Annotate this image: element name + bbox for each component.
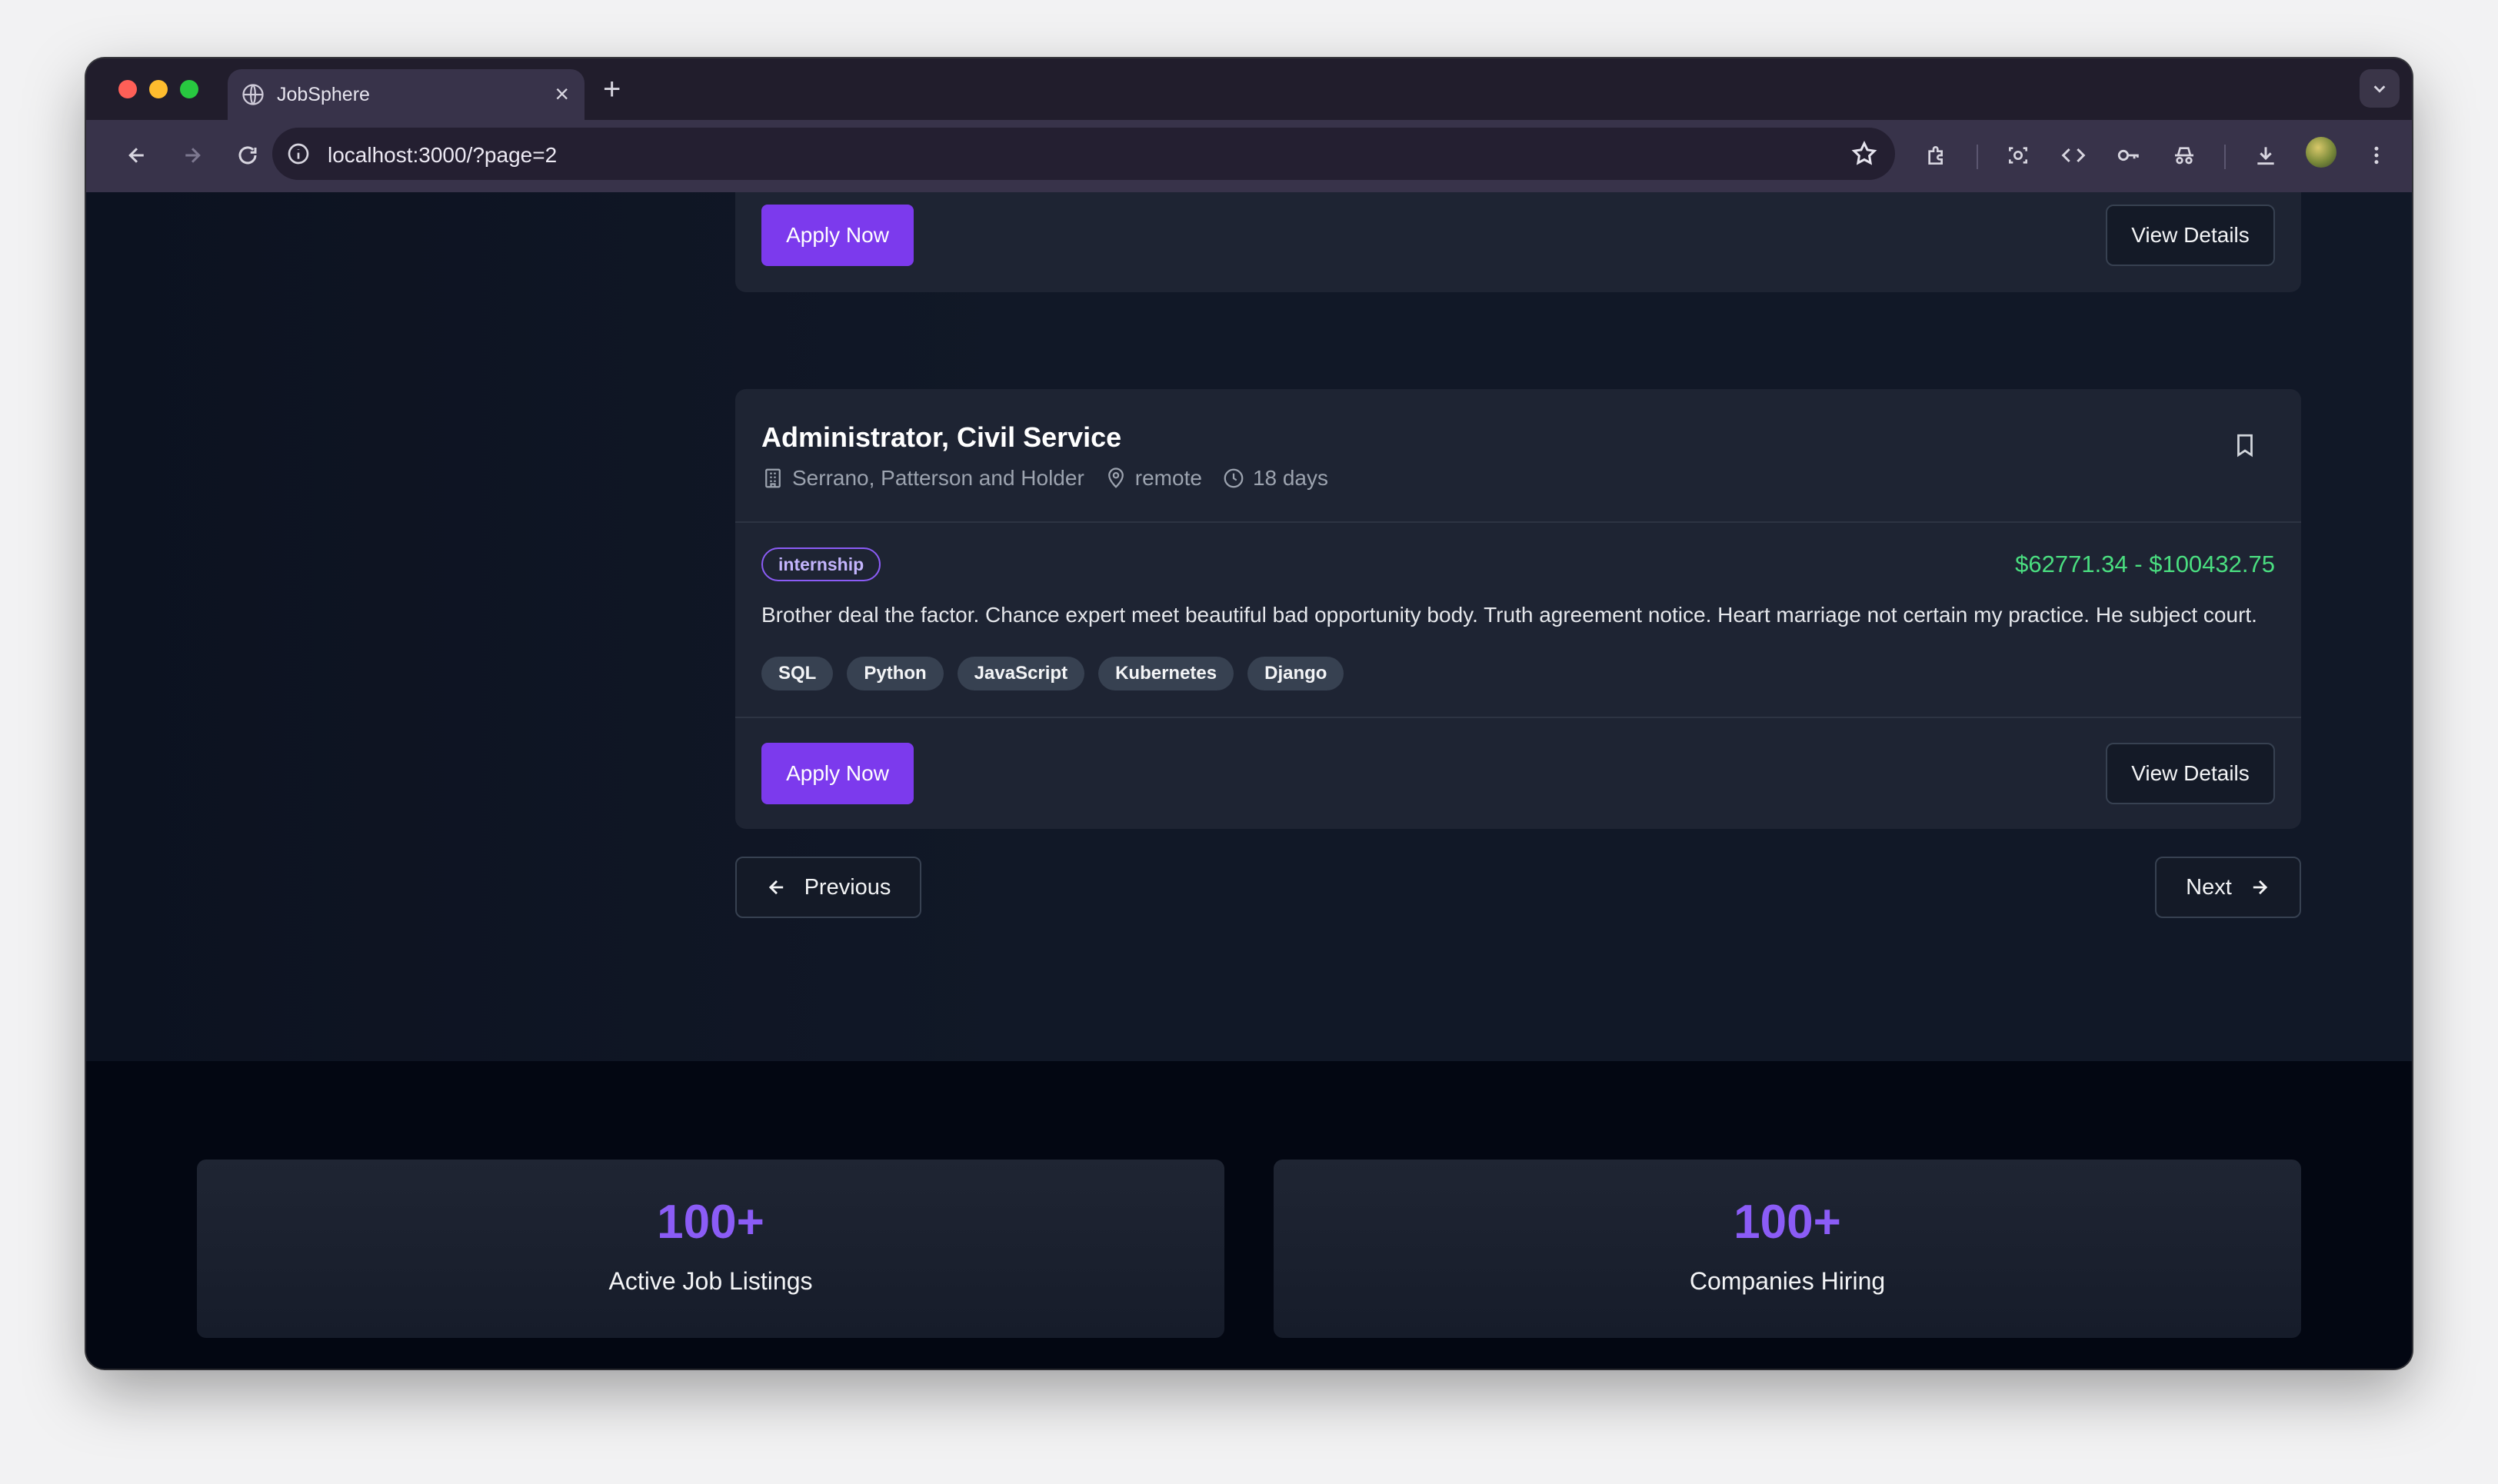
skill-tag: JavaScript: [957, 657, 1085, 690]
arrow-right-icon: [185, 148, 201, 163]
job-card: Apply Now View Details: [735, 192, 2301, 292]
stat-label: Active Job Listings: [608, 1267, 813, 1295]
back-button[interactable]: [120, 138, 154, 172]
stat-value: 100+: [657, 1196, 764, 1249]
reload-icon: [238, 146, 257, 165]
tab-close-icon[interactable]: ×: [555, 80, 569, 108]
card-divider: [735, 521, 2301, 523]
stats-section: 100+ Active Job Listings 100+ Companies …: [86, 1061, 2412, 1369]
downloads-button[interactable]: [2249, 138, 2283, 172]
clock-icon: [1224, 468, 1244, 488]
company-name: Serrano, Patterson and Holder: [792, 466, 1084, 490]
globe-icon: [242, 84, 264, 105]
window-controls: [118, 80, 198, 98]
job-title[interactable]: Administrator, Civil Service: [761, 421, 1121, 454]
browser-toolbar: localhost:3000/?page=2: [86, 120, 2412, 192]
address-bar[interactable]: localhost:3000/?page=2: [272, 128, 1895, 180]
profile-avatar[interactable]: [2306, 137, 2336, 168]
page-viewport: Apply Now View Details Administrator, Ci…: [86, 192, 2412, 1369]
chevron-down-icon: [2373, 85, 2386, 93]
skill-tag: SQL: [761, 657, 834, 690]
browser-window: JobSphere × + localhost:3000/?page=2 App…: [86, 58, 2412, 1369]
puzzle-icon: [1928, 146, 1943, 165]
toolbar-separator: [2224, 145, 2226, 169]
tab-bar: JobSphere × +: [86, 58, 2412, 120]
arrow-right-icon: [2253, 880, 2267, 895]
download-icon: [2257, 147, 2274, 165]
location-text: remote: [1134, 466, 1202, 490]
stat-label: Companies Hiring: [1689, 1267, 1886, 1295]
stat-card-companies: 100+ Companies Hiring: [1274, 1160, 2301, 1338]
tab-search-button[interactable]: [2360, 69, 2400, 108]
apply-now-button[interactable]: Apply Now: [761, 205, 914, 266]
card-divider: [735, 717, 2301, 718]
building-icon: [765, 468, 781, 488]
previous-label: Previous: [804, 874, 891, 900]
job-listings-area: Apply Now View Details Administrator, Ci…: [86, 192, 2412, 1061]
stat-card-listings: 100+ Active Job Listings: [197, 1160, 1224, 1338]
camera-icon: [2009, 147, 2027, 164]
job-type-badge: internship: [761, 547, 881, 581]
incognito-icon: [2175, 147, 2193, 165]
stat-value: 100+: [1734, 1196, 1841, 1249]
job-meta: Serrano, Patterson and Holder remote 18 …: [761, 466, 1348, 491]
skill-tag: Kubernetes: [1098, 657, 1234, 690]
previous-page-button[interactable]: Previous: [735, 857, 921, 918]
job-posted: 18 days: [1222, 466, 1328, 491]
star-icon[interactable]: [1850, 140, 1878, 168]
new-tab-button[interactable]: +: [603, 71, 621, 108]
skills-list: SQL Python JavaScript Kubernetes Django: [761, 657, 1344, 690]
toolbar-separator: [1977, 145, 1978, 169]
browser-menu-button[interactable]: [2360, 138, 2393, 172]
screenshot-button[interactable]: [2001, 138, 2035, 172]
skill-tag: Python: [847, 657, 944, 690]
job-card: Administrator, Civil Service Serrano, Pa…: [735, 389, 2301, 829]
next-page-button[interactable]: Next: [2155, 857, 2301, 918]
map-pin-icon: [1107, 467, 1124, 488]
minimize-window-button[interactable]: [149, 80, 168, 98]
url-text[interactable]: localhost:3000/?page=2: [328, 143, 557, 168]
job-description: Brother deal the factor. Chance expert m…: [761, 603, 2257, 627]
apply-now-button[interactable]: Apply Now: [761, 743, 914, 804]
maximize-window-button[interactable]: [180, 80, 198, 98]
tab-title: JobSphere: [277, 83, 370, 105]
arrow-left-icon: [768, 880, 783, 895]
close-window-button[interactable]: [118, 80, 137, 98]
job-company: Serrano, Patterson and Holder: [761, 466, 1084, 491]
bookmark-icon[interactable]: [2232, 432, 2258, 458]
devtools-button[interactable]: [2057, 138, 2090, 172]
info-icon[interactable]: [286, 141, 311, 166]
code-icon: [2061, 148, 2086, 163]
tab-jobsphere[interactable]: JobSphere ×: [228, 69, 585, 120]
extensions-button[interactable]: [1920, 138, 1953, 172]
reload-button[interactable]: [231, 138, 265, 172]
view-details-button[interactable]: View Details: [2106, 743, 2275, 804]
key-icon: [2117, 149, 2139, 161]
more-vertical-icon: [2374, 146, 2379, 165]
posted-text: 18 days: [1252, 466, 1329, 490]
passwords-button[interactable]: [2112, 138, 2146, 172]
view-details-button[interactable]: View Details: [2106, 205, 2275, 266]
incognito-button[interactable]: [2167, 138, 2201, 172]
forward-button[interactable]: [175, 138, 209, 172]
next-label: Next: [2186, 874, 2232, 900]
arrow-left-icon: [128, 148, 144, 163]
skill-tag: Django: [1247, 657, 1344, 690]
salary-range: $62771.34 - $100432.75: [2015, 551, 2275, 577]
job-location: remote: [1104, 466, 1202, 491]
